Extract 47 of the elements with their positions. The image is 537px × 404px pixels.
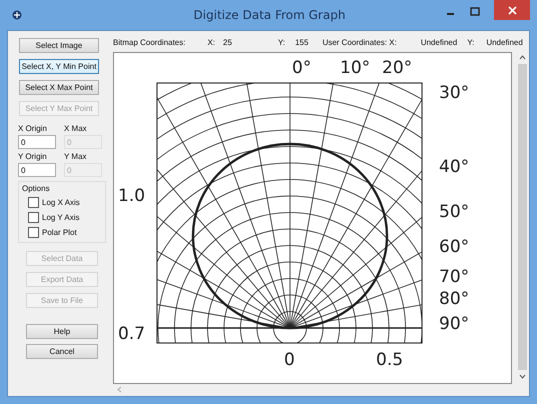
axis-value-label: 0: [284, 350, 295, 370]
close-button[interactable]: [494, 0, 530, 20]
action-button[interactable]: Select X, Y Min Point: [19, 59, 99, 74]
field-label: X Origin: [18, 124, 48, 133]
checkbox-label: Log X Axis: [42, 198, 80, 207]
coordinate-text: 25: [223, 38, 232, 46]
angle-label: 70°: [439, 267, 470, 287]
angle-label: 40°: [439, 157, 470, 177]
number-field[interactable]: 0: [18, 135, 56, 149]
checkbox[interactable]: [28, 197, 39, 208]
angle-label: 90°: [439, 314, 470, 334]
coordinate-text: Y:: [278, 38, 286, 46]
angle-label: 80°: [439, 289, 470, 309]
field-label: Y Max: [64, 152, 88, 161]
app-icon: [11, 9, 23, 21]
window-title: Digitize Data From Graph: [192, 8, 346, 22]
action-button[interactable]: Select Image: [19, 38, 99, 53]
axis-value-label: 0.5: [376, 350, 404, 370]
field-label: X Max: [64, 124, 88, 133]
action-button[interactable]: Help: [26, 324, 98, 339]
coordinate-text: X:: [207, 38, 216, 46]
angle-label: 30°: [439, 83, 470, 103]
angle-label: 0°: [292, 58, 312, 78]
close-icon: [508, 6, 516, 14]
axis-value-label: 0.7: [118, 324, 146, 344]
scroll-thumb[interactable]: [518, 64, 526, 370]
coordinate-text: Undefined: [486, 38, 523, 46]
field-label: Y Origin: [18, 152, 48, 161]
coordinate-text: 155: [295, 38, 308, 46]
action-button[interactable]: Select X Max Point: [19, 80, 99, 95]
coordinate-text: Undefined: [420, 38, 458, 46]
axis-value-label: 1.0: [118, 186, 146, 206]
coordinate-text: Y:: [467, 38, 474, 46]
group-title: Options: [22, 184, 51, 193]
angle-label: 20°: [382, 58, 412, 78]
angle-label: 50°: [439, 202, 470, 222]
angle-label: 10°: [340, 58, 370, 78]
checkbox-label: Log Y Axis: [42, 213, 80, 222]
coordinate-text: Bitmap Coordinates:: [113, 38, 186, 46]
action-button[interactable]: Cancel: [26, 344, 98, 359]
number-field[interactable]: 0: [18, 163, 56, 177]
angle-label: 60°: [439, 237, 470, 257]
coordinate-text: User Coordinates: X:: [322, 38, 397, 46]
checkbox-label: Polar Plot: [42, 228, 77, 237]
maximize-icon[interactable]: [470, 7, 480, 17]
checkbox[interactable]: [28, 227, 39, 238]
checkbox[interactable]: [28, 212, 39, 223]
